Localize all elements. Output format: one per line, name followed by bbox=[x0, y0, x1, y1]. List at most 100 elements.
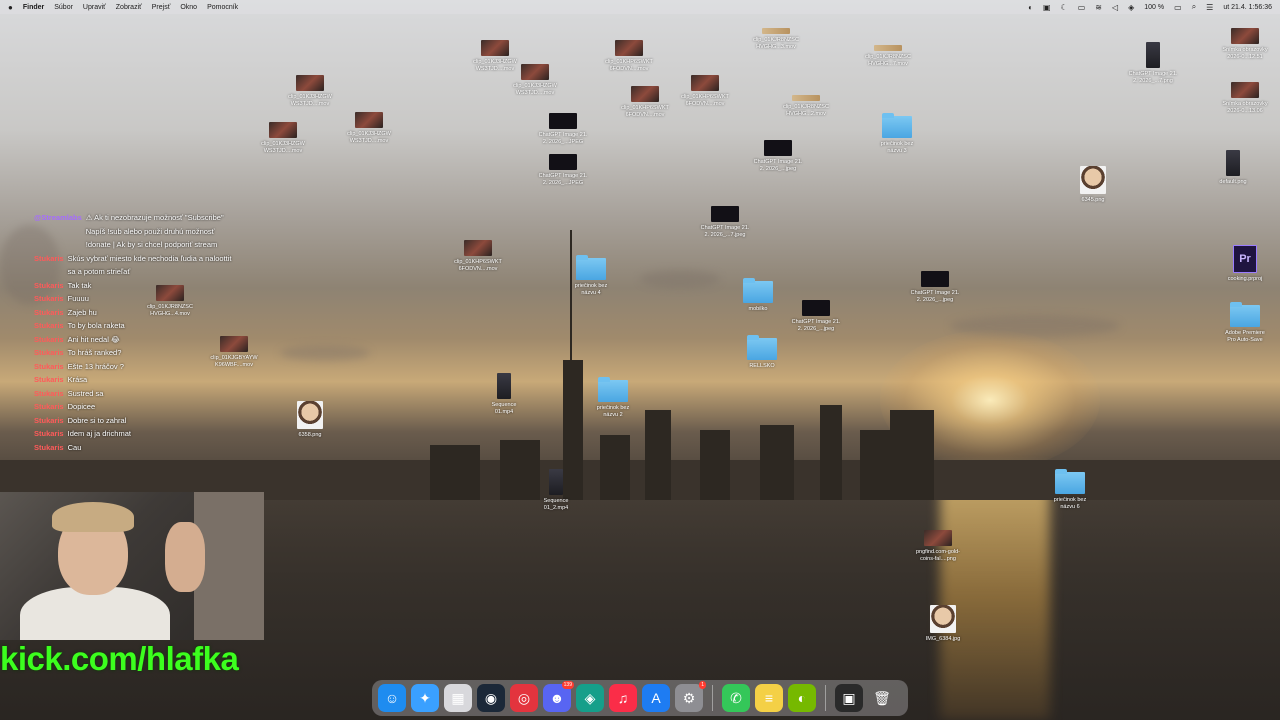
file-item[interactable]: 6345.png bbox=[1053, 166, 1133, 204]
wifi-icon[interactable]: ≋ bbox=[1095, 3, 1102, 12]
chat-username: Stukaris bbox=[34, 429, 64, 438]
chatgpt-icon[interactable]: ◈ bbox=[576, 684, 604, 712]
chat-text: Dopicee bbox=[67, 402, 96, 411]
launchpad-icon[interactable]: ▦ bbox=[444, 684, 472, 712]
file-item[interactable]: ChatGPT Image 21. 2. 2026_...jpeg bbox=[895, 271, 975, 304]
battery-icon[interactable]: ▭ bbox=[1174, 3, 1182, 12]
file-label: Snímka obrazovky 2026-0...12.51 bbox=[1222, 47, 1268, 60]
folder-item[interactable]: priečinok bez názvu 4 bbox=[551, 255, 631, 297]
music-icon[interactable]: ♫ bbox=[609, 684, 637, 712]
settings-icon[interactable]: ⚙ 1 bbox=[675, 681, 706, 712]
file-thumbnail-icon bbox=[874, 45, 902, 51]
folder-item[interactable]: priečinok bez názvu 2 bbox=[573, 377, 653, 419]
chat-message: Stukaris Skús vybrať miesto kde nechodia … bbox=[34, 252, 234, 279]
screen-record-icon[interactable]: ▣ bbox=[1043, 3, 1051, 12]
chat-username: Stukaris bbox=[34, 375, 64, 384]
file-label: clip_01KJ3HZGW WS3TJD....mov bbox=[288, 94, 332, 107]
file-item[interactable]: clip_01KJ3HZGW WS3TJD....mov bbox=[243, 122, 323, 155]
opera-icon[interactable]: ◎ bbox=[510, 684, 538, 712]
file-item[interactable]: ChatGPT Image 21. 2. 2026_...7.png bbox=[1113, 42, 1193, 85]
file-label: mobilko bbox=[748, 306, 768, 312]
file-item[interactable]: default.png bbox=[1193, 150, 1273, 186]
chat-message: Stukaris To by bola raketa bbox=[34, 319, 234, 333]
file-label: clip_01KJ3HZGW WS3TJD....mov bbox=[473, 59, 517, 72]
steam-icon[interactable]: ◉ bbox=[477, 684, 505, 712]
file-item[interactable]: clip_01KJR8NZSC HVGHG...7.mov bbox=[848, 45, 928, 68]
file-thumbnail-icon bbox=[296, 75, 324, 91]
folder-icon bbox=[747, 335, 777, 360]
gpu-app-icon[interactable]: ▣ bbox=[835, 684, 863, 712]
folder-icon bbox=[598, 377, 628, 402]
chat-message: Stukaris Zajeb hu bbox=[34, 306, 234, 320]
menu-window[interactable]: Okno bbox=[180, 4, 197, 11]
menu-help[interactable]: Pomocník bbox=[207, 4, 238, 11]
chat-username: Stukaris bbox=[34, 253, 64, 263]
cloud bbox=[640, 270, 720, 288]
file-item[interactable]: clip_01KHP6SWKT 6FODVN....mov bbox=[589, 40, 669, 73]
menu-view[interactable]: Zobraziť bbox=[116, 4, 142, 11]
menu-finder[interactable]: Finder bbox=[23, 4, 44, 11]
volume-icon[interactable]: ◁ bbox=[1112, 3, 1118, 12]
file-label: clip_01KHP6SWKT 6FODVN....mov bbox=[605, 59, 653, 72]
file-thumbnail-icon bbox=[549, 113, 577, 129]
file-item[interactable]: Pr cooking.prproj bbox=[1205, 245, 1280, 283]
file-item[interactable]: IMG_6384.jpg bbox=[903, 605, 983, 643]
appstore-icon[interactable]: A bbox=[642, 684, 670, 712]
folder-item[interactable]: RELLSKO bbox=[722, 335, 802, 370]
location-icon[interactable]: ◈ bbox=[1128, 3, 1134, 12]
file-item[interactable]: ChatGPT Image 21. 2. 2026_...7.jpeg bbox=[685, 206, 765, 239]
folder-item[interactable]: mobilko bbox=[718, 278, 798, 313]
menu-go[interactable]: Prejsť bbox=[152, 4, 171, 11]
file-label: ChatGPT Image 21. 2. 2026_...jpeg bbox=[753, 159, 803, 172]
file-item[interactable]: clip_01KJ3HZGW WS3TJD....mov bbox=[455, 40, 535, 73]
file-item[interactable]: 6358.png bbox=[270, 401, 350, 439]
file-item[interactable]: ChatGPT Image 21. 2. 2026_...JPEG bbox=[523, 113, 603, 146]
chat-message: Stukaris Dobre si to zahral bbox=[34, 414, 234, 428]
file-item[interactable]: clip_01KJ3HZGW WS3TJD....mov bbox=[270, 75, 350, 108]
file-item[interactable]: Sequence 01.mp4 bbox=[464, 373, 544, 416]
file-label: clip_01KJR8NZSC HVGHG...2.mov bbox=[783, 104, 829, 117]
file-thumbnail-icon bbox=[691, 75, 719, 91]
file-label: clip_01KJR8NZSC HVGHG...3.mov bbox=[753, 37, 799, 50]
file-label: clip_01KJ3HZGW WS3TJD....mov bbox=[513, 83, 557, 96]
battery-percent[interactable]: 100 % bbox=[1144, 4, 1164, 11]
menu-bar: ● Finder Súbor Upraviť Zobraziť Prejsť O… bbox=[0, 0, 1280, 14]
file-item[interactable]: Snímka obrazovky 2026-0...13.06 bbox=[1205, 82, 1280, 115]
file-item[interactable]: clip_01KJR8NZSC HVGHG...2.mov bbox=[766, 95, 846, 118]
file-item[interactable]: Sequence 01_2.mp4 bbox=[516, 469, 596, 512]
file-item[interactable]: pngfind.com-gold- coins-fal....png bbox=[898, 530, 978, 563]
chat-username: Stukaris bbox=[34, 348, 64, 357]
folder-item[interactable]: priečinok bez názvu 3 bbox=[857, 113, 937, 155]
menu-file[interactable]: Súbor bbox=[54, 4, 73, 11]
file-item[interactable]: ChatGPT Image 21. 2. 2026_...jpeg bbox=[738, 140, 818, 173]
folder-item[interactable]: priečinok bez názvu 6 bbox=[1030, 469, 1110, 511]
file-label: priečinok bez názvu 6 bbox=[1053, 497, 1087, 510]
moon-icon[interactable]: ☾ bbox=[1061, 3, 1068, 12]
file-item[interactable]: ChatGPT Image 21. 2. 2026_...JPEG bbox=[523, 154, 603, 187]
chat-username: Stukaris bbox=[34, 415, 64, 425]
chat-message: Stukaris Krása bbox=[34, 373, 234, 387]
file-item[interactable]: clip_01KHP6SWKT 6FODVN....mov bbox=[438, 240, 518, 273]
search-icon[interactable]: ⌕ bbox=[1192, 2, 1196, 12]
notes-icon[interactable]: ≡ bbox=[755, 684, 783, 712]
folder-item[interactable]: Adobe Premiere Pro Auto-Save bbox=[1205, 302, 1280, 344]
screen-icon[interactable]: ▭ bbox=[1078, 3, 1086, 12]
file-item[interactable]: clip_01KHP6SWKT 6FODVN....mov bbox=[665, 75, 745, 108]
clock[interactable]: ut 21.4. 1:56:36 bbox=[1223, 4, 1272, 11]
control-center-icon[interactable]: ☰ bbox=[1206, 3, 1213, 12]
trash-icon[interactable]: 🗑 bbox=[868, 684, 896, 712]
file-item[interactable]: clip_01KJ3HZGW WS3TJD....mov bbox=[329, 112, 409, 145]
apple-icon[interactable]: ● bbox=[8, 3, 13, 12]
chat-username: Stukaris bbox=[34, 294, 64, 303]
file-item[interactable]: clip_01KJR8NZSC HVGHG...3.mov bbox=[736, 28, 816, 51]
safari-icon[interactable]: ✦ bbox=[411, 684, 439, 712]
control-icon[interactable]: ◐ bbox=[1028, 3, 1033, 12]
file-label: IMG_6384.jpg bbox=[925, 636, 961, 642]
chat-text: Skús vybrať miesto kde nechodia ľudia a … bbox=[67, 253, 232, 277]
discord-icon[interactable]: ☻ 139 bbox=[543, 681, 574, 712]
finder-icon[interactable]: ☺ bbox=[378, 684, 406, 712]
phone-icon[interactable]: ✆ bbox=[722, 684, 750, 712]
menu-edit[interactable]: Upraviť bbox=[83, 4, 106, 11]
nvidia-icon[interactable]: ◐ bbox=[788, 684, 816, 712]
file-item[interactable]: Snímka obrazovky 2026-0...12.51 bbox=[1205, 28, 1280, 61]
